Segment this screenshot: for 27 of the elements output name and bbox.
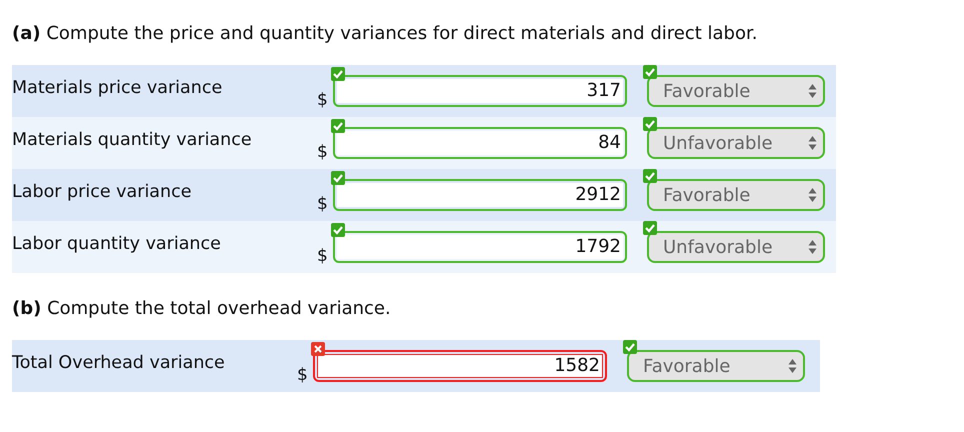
currency-symbol: $ [297, 364, 309, 386]
currency-symbol: $ [317, 244, 329, 268]
updown-icon [808, 83, 817, 99]
row-label: Materials price variance [12, 77, 224, 100]
amount-field[interactable]: 317 [337, 78, 623, 103]
amount-field[interactable]: 2912 [337, 182, 623, 207]
updown-icon [788, 358, 797, 374]
dropdown[interactable]: Unfavorable [647, 127, 825, 159]
currency-symbol: $ [317, 140, 329, 164]
dropdown[interactable]: Favorable [627, 350, 805, 382]
updown-icon [808, 239, 817, 255]
updown-icon [808, 187, 817, 203]
question-text: (a) Compute the price and quantity variances for direct materials and direct labor. [12, 22, 758, 46]
row-label: Total Overhead variance [12, 352, 226, 375]
currency-symbol: $ [317, 192, 329, 216]
row-label: Materials quantity variance [12, 129, 253, 152]
currency-symbol: $ [317, 88, 329, 112]
dropdown[interactable]: Unfavorable [647, 231, 825, 263]
updown-icon [808, 135, 817, 151]
amount-field[interactable]: 84 [337, 130, 623, 155]
dropdown[interactable]: Favorable [647, 75, 825, 107]
question-text: (b) Compute the total overhead variance. [12, 297, 392, 321]
dropdown[interactable]: Favorable [647, 179, 825, 211]
row-label: Labor quantity variance [12, 233, 222, 256]
row-label: Labor price variance [12, 181, 193, 204]
amount-field[interactable]: 1582 [317, 354, 603, 378]
amount-field[interactable]: 1792 [337, 234, 623, 259]
